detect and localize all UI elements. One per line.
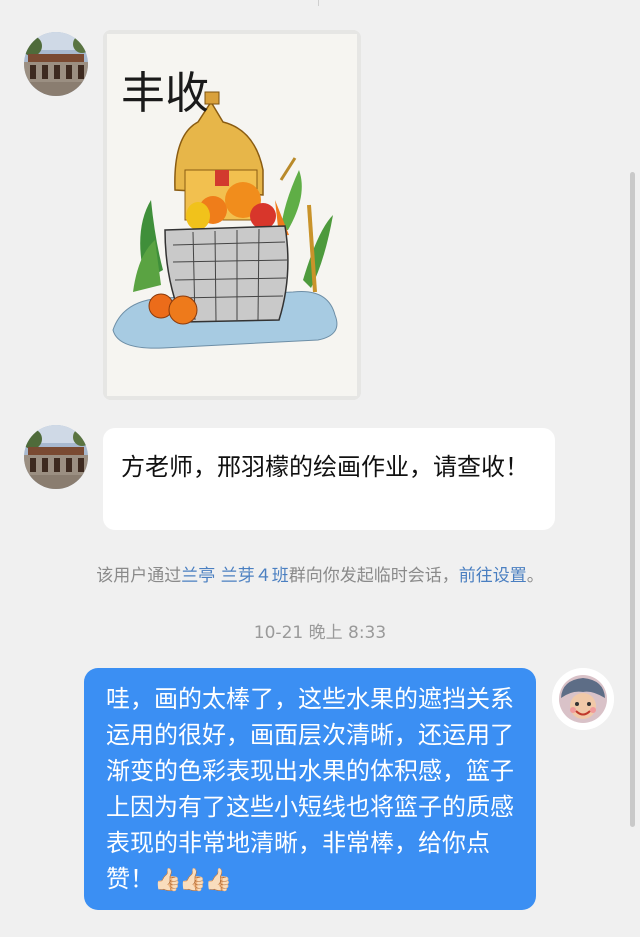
- sender-avatar[interactable]: [24, 425, 88, 489]
- settings-link[interactable]: 前往设置: [459, 566, 527, 586]
- my-avatar[interactable]: [552, 668, 614, 730]
- outgoing-message-bubble[interactable]: 哇，画的太棒了，这些水果的遮挡关系运用的很好，画面层次清晰，还运用了渐变的色彩表…: [84, 668, 536, 910]
- outgoing-message-text: 哇，画的太棒了，这些水果的遮挡关系运用的很好，画面层次清晰，还运用了渐变的色彩表…: [106, 685, 514, 893]
- group-link[interactable]: 兰亭 兰芽４班: [181, 566, 288, 586]
- notice-middle: 群向你发起临时会话，: [288, 566, 459, 586]
- incoming-message-bubble[interactable]: 方老师，邢羽檬的绘画作业，请查收！: [103, 428, 555, 530]
- thumbs-up-icon: 👍🏻👍🏻👍🏻: [154, 868, 232, 893]
- notice-prefix: 该用户通过: [96, 566, 182, 586]
- divider-tick: [318, 0, 319, 6]
- drawing-title: 丰收: [121, 68, 209, 119]
- system-notice: 该用户通过兰亭 兰芽４班群向你发起临时会话，前往设置。: [0, 561, 640, 586]
- notice-suffix: 。: [526, 566, 544, 586]
- top-divider: [0, 0, 640, 8]
- image-message-harvest-drawing[interactable]: 丰收: [103, 30, 361, 400]
- message-timestamp: 10-21 晚上 8:33: [253, 623, 387, 643]
- scrollbar[interactable]: [630, 172, 635, 827]
- incoming-message-text: 方老师，邢羽檬的绘画作业，请查收！: [121, 453, 529, 481]
- sender-avatar[interactable]: [24, 32, 88, 96]
